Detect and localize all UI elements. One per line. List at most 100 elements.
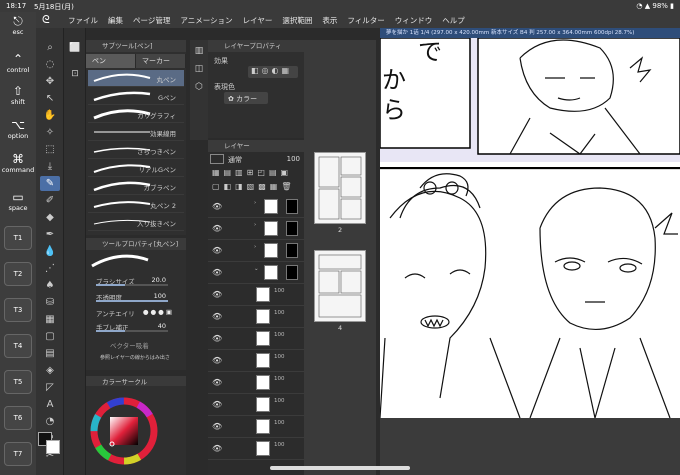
lasso-icon[interactable]: ◌: [40, 57, 60, 72]
blend-icon[interactable]: 💧: [40, 244, 60, 259]
brush-item[interactable]: 効果線用: [88, 124, 184, 141]
color-wheel[interactable]: [86, 386, 186, 475]
layer-row[interactable]: 👁 ⌄: [208, 262, 304, 284]
pencil-icon[interactable]: ✐: [40, 193, 60, 208]
decoration-icon[interactable]: ♠: [40, 278, 60, 293]
eye-icon[interactable]: 👁: [212, 444, 222, 453]
layer-row[interactable]: 👁 100: [208, 394, 304, 416]
brush-item[interactable]: Gペン: [88, 88, 184, 105]
select-arrow-icon[interactable]: ↖: [40, 91, 60, 106]
layer-row[interactable]: 👁 ›: [208, 196, 304, 218]
brush-item[interactable]: さらつきペン: [88, 142, 184, 159]
menu-file[interactable]: ファイル: [68, 15, 98, 26]
expression-select[interactable]: ✿ カラー: [224, 92, 268, 104]
space-key[interactable]: ▭ space: [0, 190, 36, 212]
antialias-row[interactable]: アンチエイリ ●●●▣: [90, 306, 184, 318]
brush-size-slider[interactable]: [96, 284, 168, 286]
brush-item[interactable]: 入り抜きペン: [88, 214, 184, 231]
eye-icon[interactable]: 👁: [212, 312, 222, 321]
frame-icon[interactable]: ▤: [40, 346, 60, 361]
cube-icon[interactable]: ⬡: [190, 82, 208, 92]
control-key[interactable]: ⌃ control: [0, 52, 36, 74]
stabilization-slider[interactable]: [96, 330, 168, 332]
opacity-row[interactable]: 不透明度 100: [90, 290, 184, 302]
menu-animation[interactable]: アニメーション: [180, 15, 232, 26]
brush-icon[interactable]: ✒: [40, 227, 60, 242]
layer-row[interactable]: 👁 100: [208, 416, 304, 438]
brush-item[interactable]: リアルGペン: [88, 160, 184, 177]
shift-key[interactable]: ⇧ shift: [0, 84, 36, 106]
eyedropper-icon[interactable]: ⤓: [40, 159, 60, 174]
menu-selection[interactable]: 選択範囲: [282, 15, 312, 26]
layer-row[interactable]: 👁 ›: [208, 218, 304, 240]
menu-filter[interactable]: フィルター: [347, 15, 384, 26]
layer-row[interactable]: 👁 100: [208, 284, 304, 306]
eye-icon[interactable]: 👁: [212, 224, 222, 233]
page-thumbnail[interactable]: [314, 250, 366, 322]
canvas-tab[interactable]: 夢を描か 1话 1/4 (297.00 x 420.00mm 新本サイズ B4 …: [380, 28, 680, 38]
esc-key[interactable]: ⎋ esc: [0, 14, 36, 36]
brush-item[interactable]: 丸ペン 2: [88, 196, 184, 213]
option-key[interactable]: ⌥ option: [0, 118, 36, 140]
layer-row[interactable]: 👁 100: [208, 328, 304, 350]
eye-icon[interactable]: 👁: [212, 356, 222, 365]
layer-opacity[interactable]: 100: [287, 155, 300, 163]
balloon-icon[interactable]: ◔: [40, 414, 60, 429]
page-thumbnail[interactable]: [314, 152, 366, 224]
command-key[interactable]: ⌘ command: [0, 152, 36, 174]
undo-icon[interactable]: ⬜: [68, 42, 82, 54]
brush-item[interactable]: 丸ペン: [88, 70, 184, 87]
auto-select-icon[interactable]: ✧: [40, 125, 60, 140]
stabilization-row[interactable]: 手ブレ補正 40: [90, 320, 184, 332]
blend-mode[interactable]: 通常: [228, 155, 242, 165]
ref-layer-row[interactable]: 参照レイヤーの線からはみ出さ: [90, 352, 184, 364]
t5-key[interactable]: T5: [4, 370, 32, 394]
zoom-icon[interactable]: ⌕: [40, 40, 60, 55]
layer-row[interactable]: 👁 100: [208, 372, 304, 394]
layer-toolbar-2[interactable]: ▢◧◨▧▩▦🗑: [212, 182, 300, 194]
antialias-options[interactable]: ●●●▣: [143, 308, 174, 316]
layer-row[interactable]: 👁 ›: [208, 240, 304, 262]
menu-page[interactable]: ページ管理: [133, 15, 170, 26]
layer-row[interactable]: 👁 100: [208, 438, 304, 460]
eraser-icon[interactable]: ◆: [40, 210, 60, 225]
effect-buttons[interactable]: ◧◎◐▦: [248, 66, 298, 78]
grid-icon[interactable]: ▥: [190, 46, 208, 56]
eye-icon[interactable]: 👁: [212, 334, 222, 343]
bucket-icon[interactable]: ◈: [40, 363, 60, 378]
t1-key[interactable]: T1: [4, 226, 32, 250]
t6-key[interactable]: T6: [4, 406, 32, 430]
eye-icon[interactable]: 👁: [212, 268, 222, 277]
tab-marker[interactable]: マーカー: [136, 54, 186, 68]
blend-mode-icon[interactable]: [210, 154, 224, 164]
layer-toolbar[interactable]: ▦▤▥⊞◰▤▣: [212, 168, 300, 182]
hand-icon[interactable]: ✋: [40, 108, 60, 123]
color-chips[interactable]: [38, 432, 62, 456]
app-logo-icon[interactable]: ᘓ: [42, 12, 58, 28]
eye-icon[interactable]: 👁: [212, 422, 222, 431]
sub-color-chip[interactable]: [46, 440, 60, 454]
brush-item[interactable]: カブラペン: [88, 178, 184, 195]
eye-icon[interactable]: 👁: [212, 246, 222, 255]
ruler-icon[interactable]: ◸: [40, 380, 60, 395]
eye-icon[interactable]: 👁: [212, 202, 222, 211]
manga-artwork[interactable]: で か ら: [380, 38, 680, 475]
move-icon[interactable]: ✥: [40, 74, 60, 89]
brush-item[interactable]: カリグラフィ: [88, 106, 184, 123]
menu-help[interactable]: ヘルプ: [442, 15, 465, 26]
shape-icon[interactable]: ▢: [40, 329, 60, 344]
layer-row[interactable]: 👁 100: [208, 306, 304, 328]
menu-layer[interactable]: レイヤー: [243, 15, 273, 26]
text-icon[interactable]: A: [40, 397, 60, 412]
menu-edit[interactable]: 編集: [108, 15, 123, 26]
eye-icon[interactable]: 👁: [212, 400, 222, 409]
brush-size-row[interactable]: ブラシサイズ 20.0: [90, 274, 184, 286]
t4-key[interactable]: T4: [4, 334, 32, 358]
vector-row[interactable]: ベクター吸着: [90, 338, 184, 350]
t2-key[interactable]: T2: [4, 262, 32, 286]
gradient-icon[interactable]: ▦: [40, 312, 60, 327]
t3-key[interactable]: T3: [4, 298, 32, 322]
select-icon[interactable]: ⬚: [40, 142, 60, 157]
menu-window[interactable]: ウィンドウ: [395, 15, 433, 26]
menu-view[interactable]: 表示: [322, 15, 337, 26]
